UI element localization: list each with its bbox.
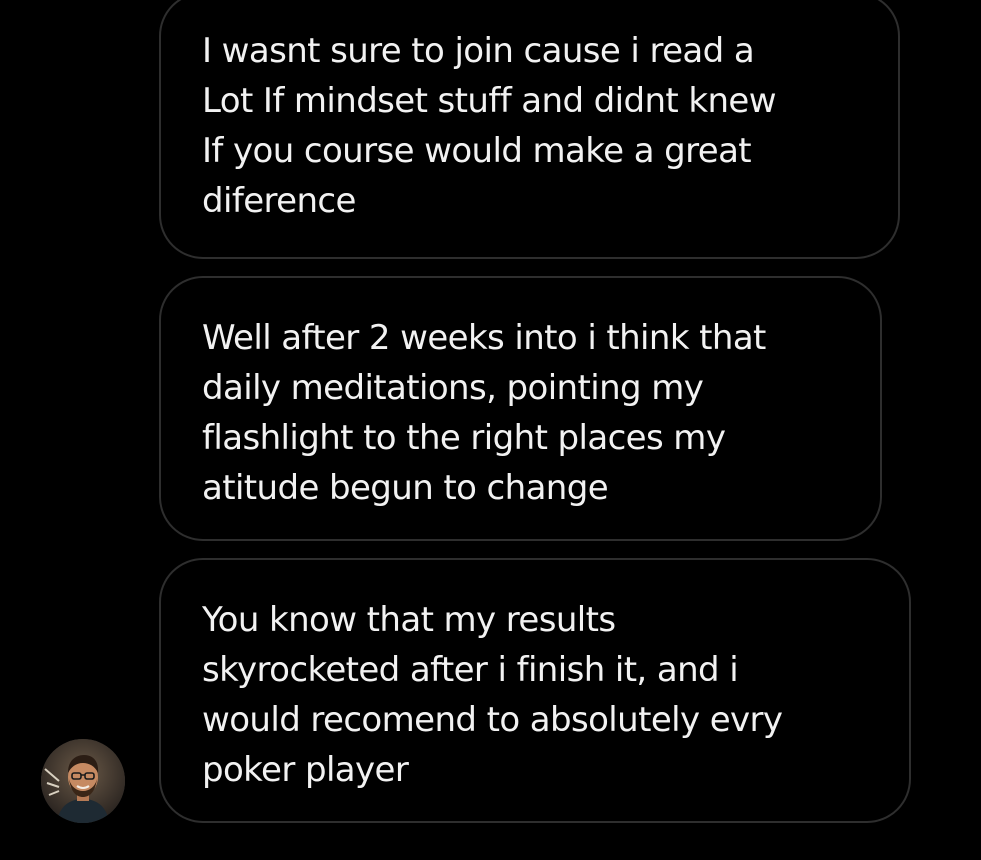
message-bubble[interactable]: You know that my results skyrocketed aft…: [159, 558, 911, 823]
message-text: Well after 2 weeks into i think that dai…: [202, 318, 766, 508]
message-text: You know that my results skyrocketed aft…: [202, 600, 783, 790]
message-bubble[interactable]: Well after 2 weeks into i think that dai…: [159, 276, 882, 541]
message-bubble[interactable]: I wasnt sure to join cause i read a Lot …: [159, 0, 900, 259]
message-text: I wasnt sure to join cause i read a Lot …: [202, 31, 777, 221]
person-avatar-icon: [41, 739, 125, 823]
sender-avatar[interactable]: [41, 739, 125, 823]
